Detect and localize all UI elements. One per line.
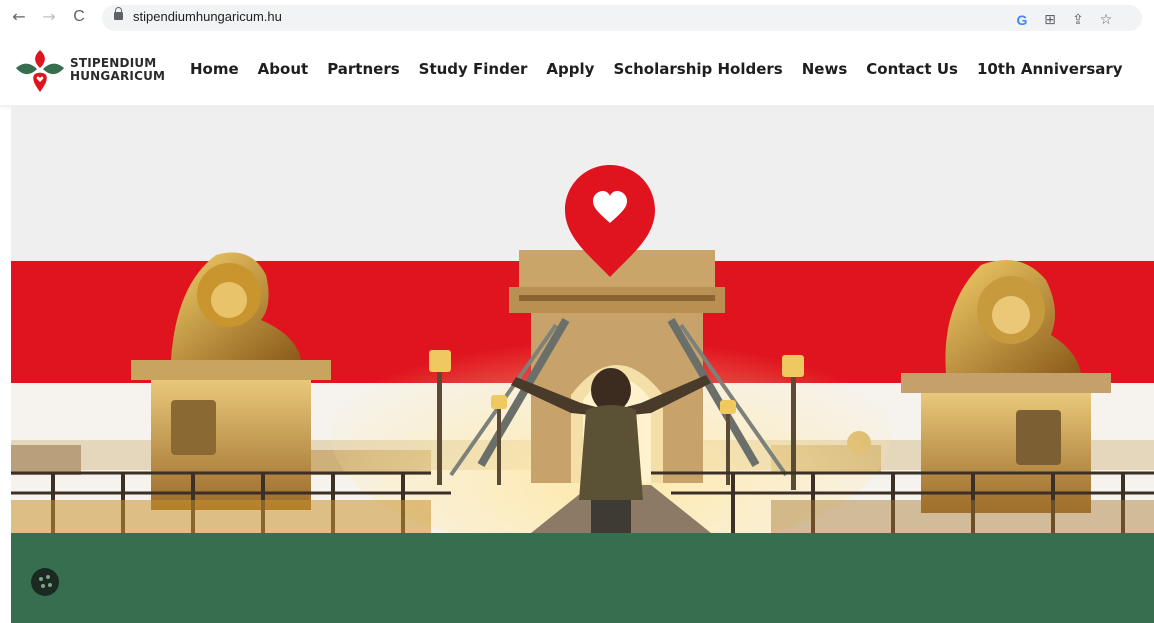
translate-icon[interactable]: ⊞ [1040, 12, 1060, 28]
nav-about[interactable]: About [258, 60, 309, 78]
nav-apply[interactable]: Apply [546, 60, 594, 78]
bookmark-star-icon[interactable]: ☆ [1096, 12, 1116, 28]
share-icon[interactable]: ⇪ [1068, 12, 1088, 28]
browser-toolbar: ← → C stipendiumhungaricum.hu G ⊞ ⇪ ☆ [0, 0, 1154, 36]
nav-scholarship-holders[interactable]: Scholarship Holders [613, 60, 782, 78]
green-section [11, 533, 1154, 623]
reload-icon[interactable]: C [68, 6, 90, 28]
google-icon[interactable]: G [1012, 12, 1032, 28]
address-bar[interactable]: stipendiumhungaricum.hu G ⊞ ⇪ ☆ [102, 5, 1142, 31]
forward-icon[interactable]: → [38, 6, 60, 28]
logo-mark-icon [16, 50, 64, 92]
back-icon[interactable]: ← [8, 6, 30, 28]
nav-10th-anniversary[interactable]: 10th Anniversary [977, 60, 1123, 78]
site-logo[interactable]: STIPENDIUM HUNGARICUM [14, 48, 174, 94]
lock-icon[interactable] [114, 7, 123, 20]
nav-home[interactable]: Home [190, 60, 239, 78]
nav-study-finder[interactable]: Study Finder [419, 60, 528, 78]
site-header: STIPENDIUM HUNGARICUM Home About Partner… [0, 36, 1154, 105]
hero-banner [11, 105, 1154, 533]
logo-wordmark: STIPENDIUM HUNGARICUM [70, 57, 165, 83]
nav-partners[interactable]: Partners [327, 60, 399, 78]
cookie-settings-icon[interactable] [31, 568, 59, 596]
nav-contact-us[interactable]: Contact Us [866, 60, 958, 78]
url-text[interactable]: stipendiumhungaricum.hu [133, 9, 282, 24]
logo-line-2: HUNGARICUM [70, 69, 166, 83]
main-navigation: Home About Partners Study Finder Apply S… [190, 60, 1142, 78]
nav-news[interactable]: News [802, 60, 848, 78]
chain-bridge-illustration [11, 165, 1154, 533]
